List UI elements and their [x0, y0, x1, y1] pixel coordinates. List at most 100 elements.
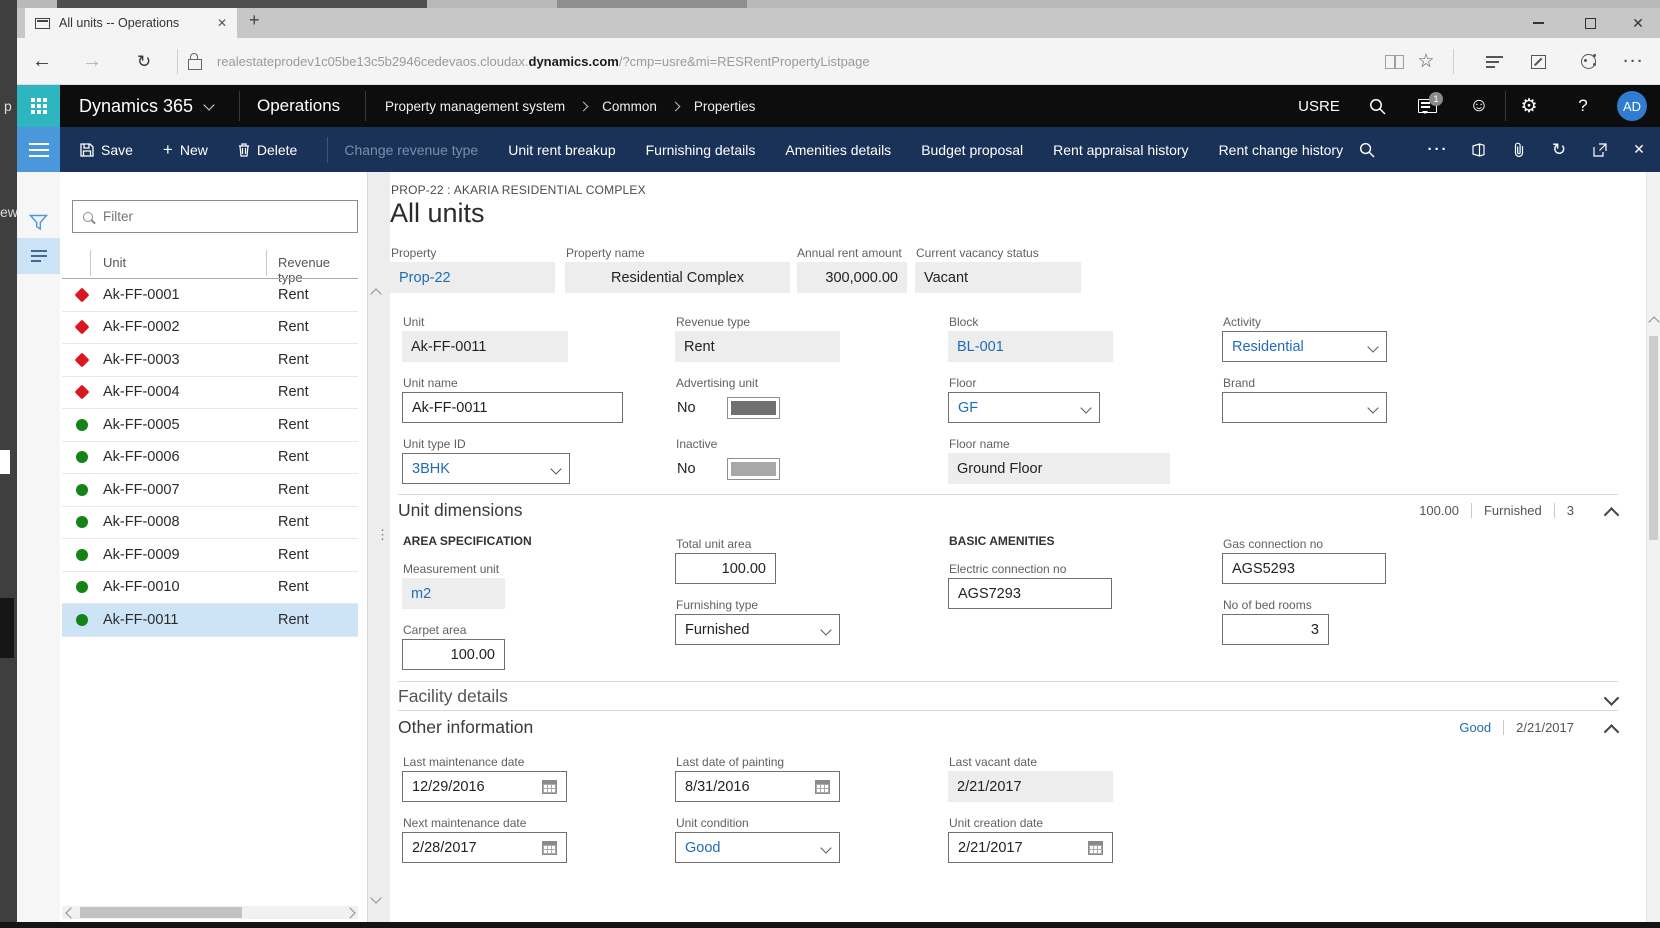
- share-button[interactable]: [1571, 38, 1605, 85]
- close-page-button[interactable]: ✕: [1622, 127, 1656, 172]
- table-row-selected[interactable]: Ak-FF-0011Rent: [62, 604, 358, 637]
- scrollbar-thumb[interactable]: [1649, 336, 1658, 540]
- section-title-facility-details[interactable]: Facility details: [398, 686, 508, 707]
- filter-pane-button[interactable]: [17, 204, 60, 240]
- last-vacant-field[interactable]: 2/21/2017: [948, 771, 1113, 802]
- scrollbar-thumb[interactable]: [80, 907, 242, 918]
- furnishing-details-button[interactable]: Furnishing details: [646, 142, 756, 158]
- avatar[interactable]: AD: [1617, 91, 1647, 121]
- unit-condition-dropdown[interactable]: Good: [675, 832, 840, 863]
- rent-change-history-button[interactable]: Rent change history: [1219, 142, 1344, 158]
- open-new-window-button[interactable]: [1583, 127, 1617, 172]
- calendar-icon[interactable]: [815, 780, 830, 794]
- table-row[interactable]: Ak-FF-0007Rent: [62, 474, 358, 507]
- total-unit-area-field[interactable]: 100.00: [675, 553, 776, 584]
- gas-connection-field[interactable]: AGS5293: [1222, 553, 1386, 584]
- web-note-button[interactable]: [1521, 38, 1555, 85]
- help-button[interactable]: ?: [1565, 85, 1601, 127]
- carpet-area-field[interactable]: 100.00: [402, 639, 505, 670]
- electric-connection-field[interactable]: AGS7293: [948, 578, 1112, 609]
- save-button[interactable]: Save: [80, 142, 133, 158]
- list-view-button[interactable]: [17, 238, 60, 274]
- next-maintenance-field[interactable]: 2/28/2017: [402, 832, 567, 863]
- app-launcher-button[interactable]: [17, 85, 60, 127]
- browser-tab[interactable]: All units -- Operations ✕: [25, 8, 237, 38]
- search-button[interactable]: [1359, 85, 1395, 127]
- forward-button[interactable]: →: [75, 38, 109, 85]
- delete-button[interactable]: Delete: [238, 142, 297, 158]
- tab-close-icon[interactable]: ✕: [217, 16, 227, 30]
- advertising-unit-toggle[interactable]: [727, 397, 780, 419]
- unit-creation-field[interactable]: 2/21/2017: [948, 832, 1113, 863]
- property-field[interactable]: Prop-22: [390, 262, 555, 293]
- block-field[interactable]: BL-001: [948, 331, 1113, 362]
- table-row[interactable]: Ak-FF-0005Rent: [62, 409, 358, 442]
- window-minimize-button[interactable]: [1517, 12, 1559, 34]
- reading-view-button[interactable]: [1377, 38, 1411, 85]
- attachments-button[interactable]: [1502, 127, 1536, 172]
- company-picker[interactable]: USRE: [1289, 85, 1349, 127]
- refresh-button[interactable]: ↻: [127, 38, 161, 85]
- breadcrumb-area[interactable]: Common: [602, 99, 657, 114]
- table-row[interactable]: Ak-FF-0003Rent: [62, 344, 358, 377]
- refresh-page-button[interactable]: ↻: [1542, 127, 1576, 172]
- nav-menu-button[interactable]: [17, 127, 60, 172]
- collapse-section-button[interactable]: [1598, 502, 1624, 524]
- brand-menu[interactable]: Dynamics 365: [79, 85, 213, 127]
- annual-rent-field[interactable]: 300,000.00: [797, 262, 907, 293]
- budget-proposal-button[interactable]: Budget proposal: [921, 142, 1023, 158]
- collapse-section-button[interactable]: [1598, 719, 1624, 741]
- feedback-button[interactable]: 1: [1409, 85, 1445, 127]
- scroll-right-icon[interactable]: [344, 907, 355, 918]
- revenue-type-field[interactable]: Rent: [675, 331, 840, 362]
- section-title-unit-dimensions[interactable]: Unit dimensions: [398, 500, 523, 521]
- splitter-handle[interactable]: ⋮: [376, 532, 389, 537]
- panel-splitter[interactable]: ⋮: [368, 172, 390, 922]
- breadcrumb-page[interactable]: Properties: [694, 99, 756, 114]
- hub-button[interactable]: [1477, 38, 1511, 85]
- scroll-up-icon[interactable]: [370, 288, 381, 299]
- table-row[interactable]: Ak-FF-0001Rent: [62, 279, 358, 312]
- window-close-button[interactable]: ✕: [1617, 12, 1659, 34]
- floor-dropdown[interactable]: GF: [948, 392, 1100, 423]
- new-button[interactable]: + New: [163, 140, 208, 160]
- last-painting-field[interactable]: 8/31/2016: [675, 771, 840, 802]
- furnishing-type-dropdown[interactable]: Furnished: [675, 614, 840, 645]
- back-button[interactable]: ←: [25, 38, 59, 85]
- site-security[interactable]: [175, 38, 215, 85]
- calendar-icon[interactable]: [542, 780, 557, 794]
- last-maintenance-field[interactable]: 12/29/2016: [402, 771, 567, 802]
- table-row[interactable]: Ak-FF-0004Rent: [62, 377, 358, 410]
- breadcrumb-module[interactable]: Property management system: [385, 99, 565, 114]
- brand-dropdown[interactable]: [1222, 392, 1387, 423]
- filter-input[interactable]: [101, 208, 357, 225]
- inactive-toggle[interactable]: [727, 458, 780, 480]
- unit-name-field[interactable]: Ak-FF-0011: [402, 392, 623, 423]
- new-tab-button[interactable]: +: [249, 10, 260, 31]
- rent-appraisal-history-button[interactable]: Rent appraisal history: [1053, 142, 1188, 158]
- expand-section-button[interactable]: [1598, 688, 1624, 710]
- scroll-left-icon[interactable]: [65, 907, 76, 918]
- calendar-icon[interactable]: [1088, 841, 1103, 855]
- table-row[interactable]: Ak-FF-0002Rent: [62, 312, 358, 345]
- floor-name-field[interactable]: Ground Floor: [948, 453, 1170, 484]
- filter-box[interactable]: [72, 200, 358, 233]
- table-row[interactable]: Ak-FF-0008Rent: [62, 507, 358, 540]
- table-row[interactable]: Ak-FF-0010Rent: [62, 572, 358, 605]
- unit-type-dropdown[interactable]: 3BHK: [402, 453, 570, 484]
- table-row[interactable]: Ak-FF-0006Rent: [62, 442, 358, 475]
- horizontal-scrollbar[interactable]: [62, 906, 358, 919]
- favorites-button[interactable]: ☆: [1409, 38, 1443, 85]
- window-restore-button[interactable]: [1569, 12, 1611, 34]
- scroll-down-icon[interactable]: [370, 892, 381, 903]
- unit-field[interactable]: Ak-FF-0011: [402, 331, 568, 362]
- column-header-unit[interactable]: Unit: [103, 255, 126, 270]
- activity-dropdown[interactable]: Residential: [1222, 331, 1387, 362]
- settings-button[interactable]: ⚙: [1511, 85, 1547, 127]
- browser-more-button[interactable]: ···: [1617, 38, 1651, 85]
- amenities-details-button[interactable]: Amenities details: [785, 142, 891, 158]
- office-button[interactable]: [1461, 127, 1495, 172]
- vacancy-status-field[interactable]: Vacant: [915, 262, 1081, 293]
- action-more-button[interactable]: ···: [1421, 127, 1455, 172]
- unit-rent-breakup-button[interactable]: Unit rent breakup: [508, 142, 615, 158]
